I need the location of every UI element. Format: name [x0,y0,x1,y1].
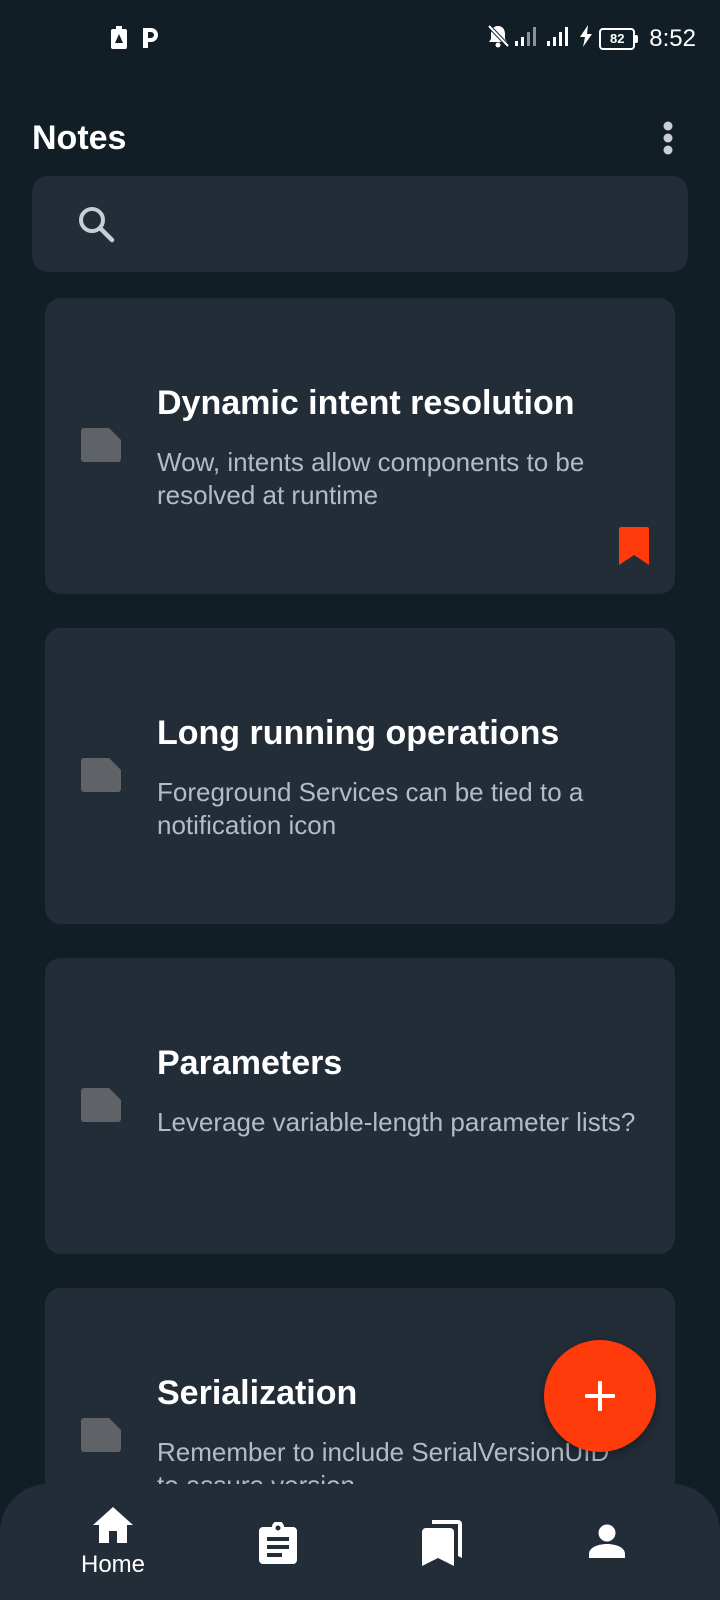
more-vert-icon [663,121,673,155]
note-card[interactable]: Dynamic intent resolution Wow, intents a… [45,298,675,594]
nav-home-label: Home [80,1551,146,1578]
note-icon [81,758,121,797]
parking-app-icon [140,26,160,55]
search-input[interactable] [152,196,656,254]
note-icon [81,1418,121,1457]
note-icon [81,1088,121,1127]
clipboard-icon [259,1521,297,1569]
bottom-navigation: Home [0,1484,720,1600]
clock: 8:52 [649,24,696,52]
bookmark-icon[interactable] [619,527,649,570]
more-options-button[interactable] [648,118,688,158]
status-right: 82 8:52 [487,24,696,53]
header: Notes [32,112,688,164]
notes-screen: 82 8:52 Notes Dynamic intent resolution … [0,0,720,1600]
person-icon [589,1524,625,1563]
charging-icon [579,25,593,52]
note-title: Parameters [157,1044,343,1082]
nav-profile[interactable] [547,1484,667,1600]
nav-bookmarks[interactable] [382,1484,502,1600]
page-title: Notes [32,119,127,157]
note-card[interactable]: Long running operations Foreground Servi… [45,628,675,924]
note-title: Long running operations [157,714,560,752]
home-icon [92,1506,134,1549]
signal-icon-1 [515,26,541,51]
note-title: Dynamic intent resolution [157,384,575,422]
nav-notes[interactable] [218,1484,338,1600]
plus-icon [585,1381,615,1411]
search-bar[interactable] [32,176,688,272]
nav-home[interactable]: Home [53,1484,173,1600]
note-icon [81,428,121,467]
status-left [110,26,160,55]
battery-icon: 82 [599,27,639,50]
note-body: Wow, intents allow components to be reso… [157,447,585,510]
bookmarks-icon [422,1520,462,1571]
signal-icon-2 [547,26,573,51]
note-body: Foreground Services can be tied to a not… [157,777,584,840]
notifications-muted-icon [487,24,510,53]
note-body: Leverage variable-length parameter lists… [157,1107,636,1137]
add-note-button[interactable] [544,1340,656,1452]
search-icon [76,204,116,249]
status-bar: 82 8:52 [0,0,720,80]
note-card[interactable]: Parameters Leverage variable-length para… [45,958,675,1254]
battery-alert-icon [110,26,128,55]
